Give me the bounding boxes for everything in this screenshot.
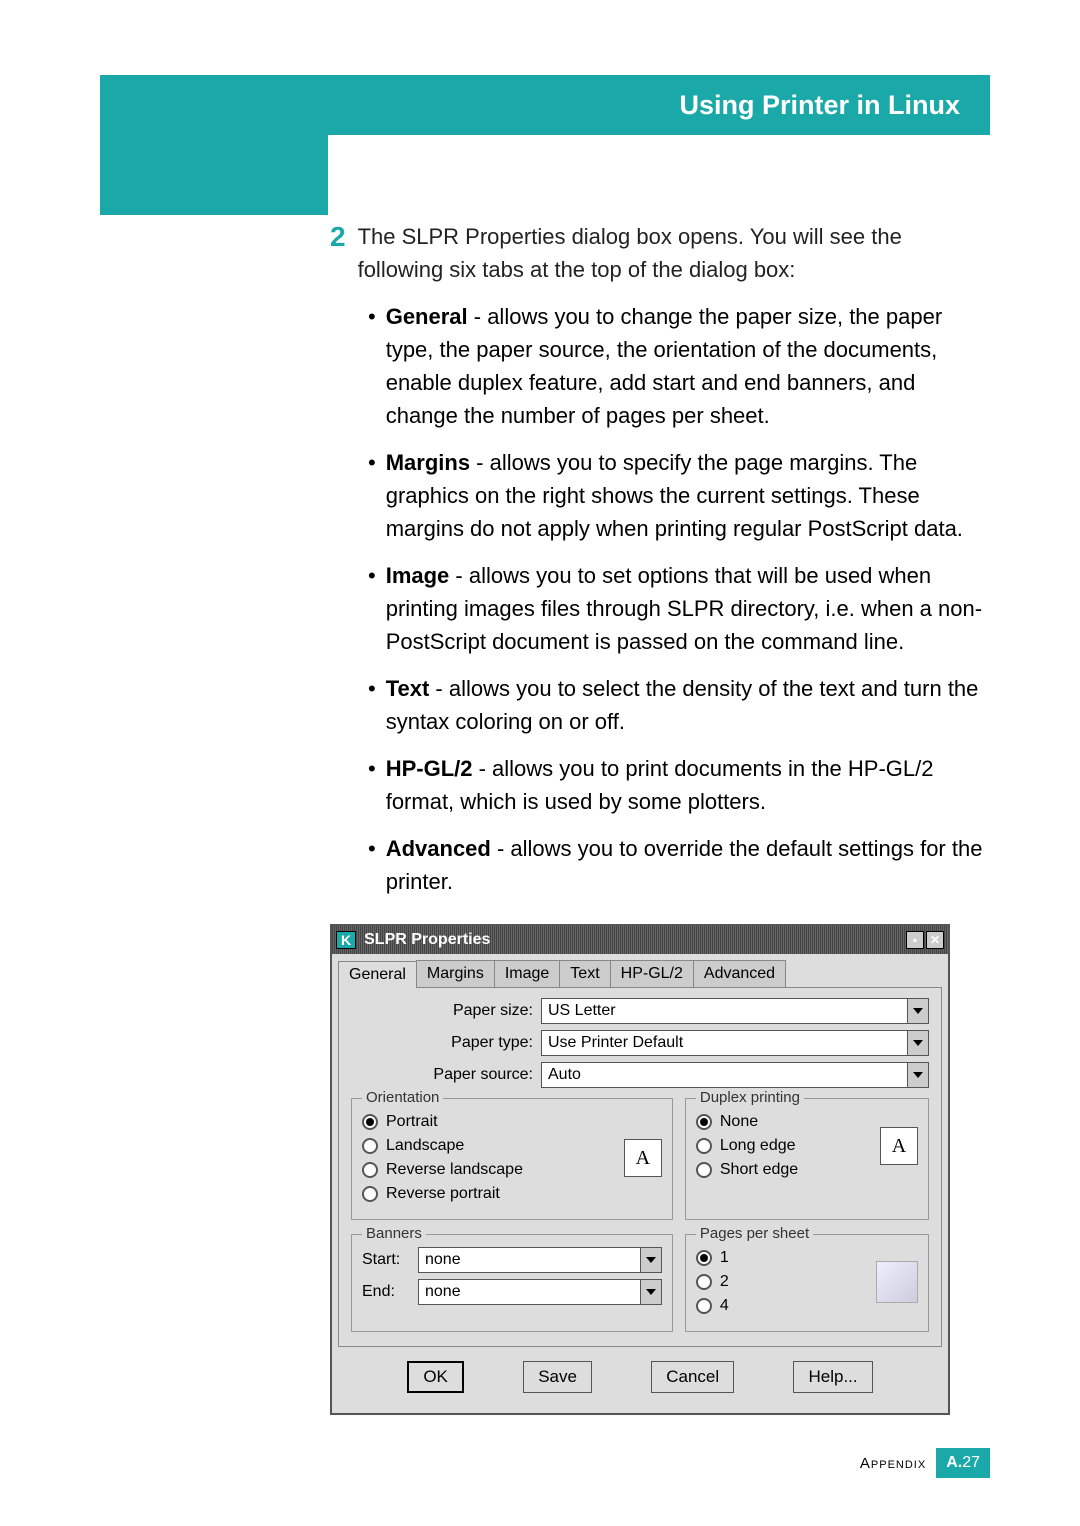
pps-legend: Pages per sheet (696, 1225, 813, 1242)
bullet-item: •HP-GL/2 - allows you to print documents… (368, 752, 990, 818)
pps-1[interactable]: 1 (696, 1249, 860, 1267)
footer-page-badge: A.27 (936, 1448, 990, 1478)
banners-start-value: none (418, 1247, 640, 1273)
header-bar: Using Printer in Linux (328, 75, 990, 135)
chevron-down-icon[interactable] (640, 1279, 662, 1305)
step-number: 2 (330, 220, 346, 254)
paper-type-value: Use Printer Default (541, 1030, 907, 1056)
paper-source-select[interactable]: Auto (541, 1062, 929, 1088)
bullet-item: •Advanced - allows you to override the d… (368, 832, 990, 898)
tab-margins[interactable]: Margins (416, 960, 495, 987)
tab-text[interactable]: Text (559, 960, 610, 987)
step-intro-line1: The SLPR Properties dialog box opens. Yo… (358, 220, 902, 253)
minimize-icon[interactable]: ▪ (906, 931, 924, 949)
bullet-text: Text - allows you to select the density … (386, 672, 990, 738)
bullet-item: •Image - allows you to set options that … (368, 559, 990, 658)
bullet-dot: • (368, 752, 376, 818)
pages-per-sheet-group: Pages per sheet 1 2 4 (685, 1234, 929, 1332)
orientation-legend: Orientation (362, 1089, 443, 1106)
chevron-down-icon[interactable] (640, 1247, 662, 1273)
paper-source-label: Paper source: (351, 1066, 541, 1084)
help-button[interactable]: Help... (793, 1361, 872, 1393)
pps-preview-icon (876, 1261, 918, 1303)
banners-start-label: Start: (362, 1251, 418, 1269)
banners-legend: Banners (362, 1225, 426, 1242)
paper-size-value: US Letter (541, 998, 907, 1024)
chevron-down-icon[interactable] (907, 1030, 929, 1056)
duplex-legend: Duplex printing (696, 1089, 804, 1106)
duplex-preview: A (880, 1127, 918, 1165)
step-intro-line2: following six tabs at the top of the dia… (358, 253, 902, 286)
bullet-dot: • (368, 559, 376, 658)
slpr-properties-dialog: K SLPR Properties ▪ ✕ General Margins Im… (330, 924, 950, 1415)
duplex-short-edge[interactable]: Short edge (696, 1161, 864, 1179)
duplex-group: Duplex printing None Long edge Short edg… (685, 1098, 929, 1220)
page-title: Using Printer in Linux (679, 90, 960, 121)
save-button[interactable]: Save (523, 1361, 592, 1393)
bullet-item: •General - allows you to change the pape… (368, 300, 990, 432)
orientation-reverse-landscape[interactable]: Reverse landscape (362, 1161, 608, 1179)
paper-size-select[interactable]: US Letter (541, 998, 929, 1024)
bullet-dot: • (368, 300, 376, 432)
bullet-dot: • (368, 446, 376, 545)
paper-type-label: Paper type: (351, 1034, 541, 1052)
bullet-item: •Text - allows you to select the density… (368, 672, 990, 738)
banners-group: Banners Start: none End: (351, 1234, 673, 1332)
chevron-down-icon[interactable] (907, 1062, 929, 1088)
close-icon[interactable]: ✕ (926, 931, 944, 949)
pps-2[interactable]: 2 (696, 1273, 860, 1291)
duplex-none[interactable]: None (696, 1113, 864, 1131)
orientation-preview: A (624, 1139, 662, 1177)
paper-type-select[interactable]: Use Printer Default (541, 1030, 929, 1056)
tab-hpgl2[interactable]: HP-GL/2 (610, 960, 694, 987)
duplex-long-edge[interactable]: Long edge (696, 1137, 864, 1155)
bullet-text: HP-GL/2 - allows you to print documents … (386, 752, 990, 818)
sidebar-accent (100, 135, 328, 215)
bullet-item: •Margins - allows you to specify the pag… (368, 446, 990, 545)
bullet-text: Margins - allows you to specify the page… (386, 446, 990, 545)
bullet-dot: • (368, 672, 376, 738)
pps-4[interactable]: 4 (696, 1297, 860, 1315)
orientation-landscape[interactable]: Landscape (362, 1137, 608, 1155)
tab-image[interactable]: Image (494, 960, 560, 987)
chevron-down-icon[interactable] (907, 998, 929, 1024)
banners-end-value: none (418, 1279, 640, 1305)
banners-end-select[interactable]: none (418, 1279, 662, 1305)
header-accent-block (100, 75, 328, 135)
banners-end-label: End: (362, 1283, 418, 1301)
tab-general[interactable]: General (338, 961, 417, 988)
paper-source-value: Auto (541, 1062, 907, 1088)
dialog-tabs: General Margins Image Text HP-GL/2 Advan… (338, 960, 942, 988)
bullet-text: General - allows you to change the paper… (386, 300, 990, 432)
app-icon: K (336, 931, 356, 949)
bullet-text: Image - allows you to set options that w… (386, 559, 990, 658)
footer-section-label: Appendix (860, 1455, 926, 1472)
dialog-titlebar[interactable]: K SLPR Properties ▪ ✕ (332, 926, 948, 954)
banners-start-select[interactable]: none (418, 1247, 662, 1273)
orientation-group: Orientation Portrait Landscape Reverse l… (351, 1098, 673, 1220)
cancel-button[interactable]: Cancel (651, 1361, 734, 1393)
dialog-title: SLPR Properties (364, 931, 906, 949)
ok-button[interactable]: OK (407, 1361, 464, 1393)
orientation-reverse-portrait[interactable]: Reverse portrait (362, 1185, 608, 1203)
paper-size-label: Paper size: (351, 1002, 541, 1020)
bullet-dot: • (368, 832, 376, 898)
tab-advanced[interactable]: Advanced (693, 960, 786, 987)
orientation-portrait[interactable]: Portrait (362, 1113, 608, 1131)
bullet-text: Advanced - allows you to override the de… (386, 832, 990, 898)
